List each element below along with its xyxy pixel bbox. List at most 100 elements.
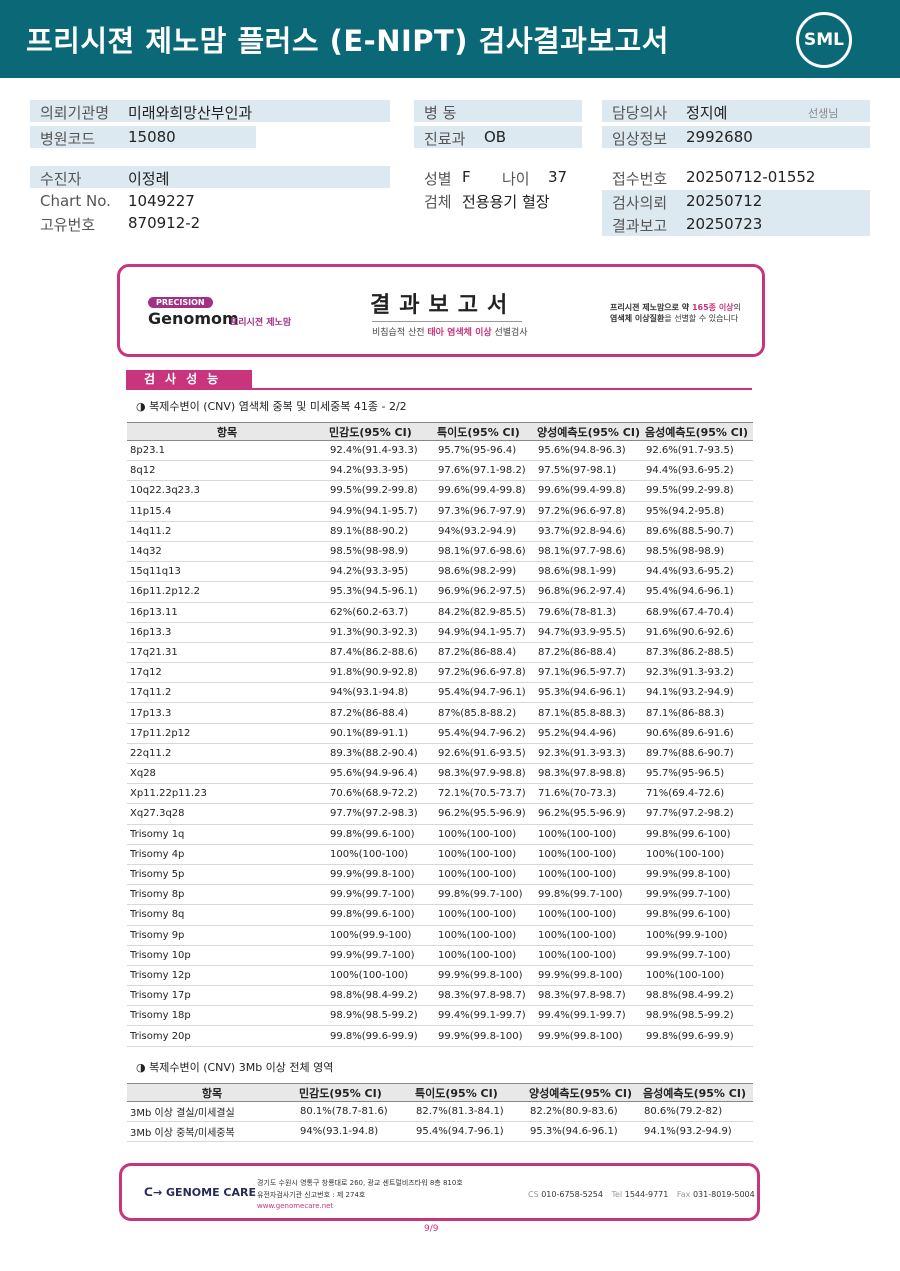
- metric-cell: 100%(100-100): [435, 864, 535, 886]
- metric-cell: 99.9%(99.8-100): [327, 864, 435, 886]
- metric-cell: 99.8%(99.6-100): [327, 824, 435, 845]
- metric-cell: 94.9%(94.1-95.7): [327, 501, 435, 522]
- table-row: 16p13.11 62%(60.2-63.7) 84.2%(82.9-85.5) 79…: [127, 602, 753, 623]
- metric-cell: 99.9%(99.7-100): [643, 884, 753, 906]
- metric-cell: 87.2%(86-88.4): [327, 702, 435, 724]
- chart-no-label: Chart No.: [40, 192, 111, 210]
- item-cell: 22q11.2: [127, 743, 327, 765]
- test-request-label: 검사의뢰: [612, 194, 668, 212]
- metric-cell: 97.7%(97.2-98.2): [643, 803, 753, 825]
- metric-cell: 99.8%(99.6-99.9): [327, 1025, 435, 1047]
- institution-field: 의뢰기관명 미래와희망산부인과: [30, 100, 390, 122]
- metric-cell: 100%(100-100): [535, 925, 643, 946]
- column-header: 특이도(95% CI): [435, 422, 535, 441]
- table-row: 17q12 91.8%(90.9-92.8) 97.2%(96.6-97.8) 97.…: [127, 662, 753, 684]
- item-cell: Xp11.22p11.23: [127, 783, 327, 805]
- metric-cell: 82.7%(81.3-84.1): [413, 1101, 527, 1123]
- metric-cell: 100%(100-100): [643, 844, 753, 865]
- tel-number: 1544-9771: [624, 1190, 669, 1199]
- age-value: 37: [548, 168, 568, 186]
- department-field: 진료과 OB: [414, 126, 582, 148]
- cnv-3mb-table: 항목 민감도(95% CI) 특이도(95% CI) 양성예측도(95% CI) 음성예…: [127, 1083, 753, 1143]
- page-number: 9/9: [424, 1224, 439, 1234]
- item-cell: Trisomy 1q: [127, 824, 327, 845]
- specimen-value: 전용용기 혈장: [462, 193, 550, 211]
- subtitle-highlight: 태아 염색체 이상: [427, 328, 492, 338]
- clinical-info-value: 2992680: [686, 128, 753, 146]
- footer-url[interactable]: www.genomecare.net: [257, 1202, 333, 1210]
- specimen-label: 검체: [424, 193, 452, 211]
- metric-cell: 92.6%(91.7-93.5): [643, 440, 753, 462]
- table-row: 8q12 94.2%(93.3-95) 97.6%(97.1-98.2) 97.5%(…: [127, 460, 753, 482]
- metric-cell: 97.1%(96.5-97.7): [535, 662, 643, 684]
- chart-no-field: Chart No. 1049227: [30, 190, 390, 212]
- metric-cell: 95.4%(94.7-96.1): [435, 682, 535, 704]
- metric-cell: 87.3%(86.2-88.5): [643, 642, 753, 664]
- tel-label: Tel: [611, 1190, 623, 1199]
- title-divider: [372, 321, 522, 322]
- metric-cell: 94.9%(94.1-95.7): [435, 622, 535, 643]
- cs-label: CS: [528, 1190, 539, 1199]
- item-cell: 3Mb 이상 결실/미세결실: [127, 1101, 297, 1123]
- item-cell: Trisomy 10p: [127, 945, 327, 966]
- metric-cell: 99.8%(99.6-99.9): [643, 1025, 753, 1047]
- metric-cell: 87.1%(85.8-88.3): [535, 702, 643, 724]
- metric-cell: 99.6%(99.4-99.8): [535, 480, 643, 502]
- metric-cell: 87.2%(86-88.4): [535, 642, 643, 664]
- item-cell: 17q21.31: [127, 642, 327, 664]
- report-title: 결과보고서: [370, 293, 517, 318]
- table-row: Trisomy 9p 100%(99.9-100) 100%(100-100) 100…: [127, 925, 753, 946]
- metric-cell: 99.9%(99.8-100): [535, 965, 643, 987]
- column-header: 민감도(95% CI): [327, 422, 435, 441]
- table-row: Trisomy 8q 99.8%(99.6-100) 100%(100-100) 10…: [127, 904, 753, 926]
- metric-cell: 80.1%(78.7-81.6): [297, 1101, 413, 1123]
- metric-cell: 100%(100-100): [435, 824, 535, 845]
- metric-cell: 100%(99.9-100): [643, 925, 753, 946]
- metric-cell: 95.2%(94.4-96): [535, 723, 643, 744]
- receipt-no-field: 접수번호 20250712-01552: [602, 166, 870, 188]
- metric-cell: 98.6%(98.1-99): [535, 561, 643, 583]
- hospital-code-label: 병원코드: [40, 130, 96, 148]
- metric-cell: 99.8%(99.6-100): [643, 824, 753, 845]
- age-label: 나이: [502, 170, 530, 188]
- table-row: 10q22.3q23.3 99.5%(99.2-99.8) 99.6%(99.4-9…: [127, 480, 753, 502]
- chart-no-value: 1049227: [128, 192, 195, 210]
- metric-cell: 92.4%(91.4-93.3): [327, 440, 435, 462]
- column-header: 음성예측도(95% CI): [641, 1083, 753, 1102]
- sex-label: 성별: [424, 170, 452, 188]
- metric-cell: 98.9%(98.5-99.2): [327, 1005, 435, 1027]
- item-cell: 15q11q13: [127, 561, 327, 583]
- metric-cell: 95%(94.2-95.8): [643, 501, 753, 522]
- column-header: 특이도(95% CI): [413, 1083, 527, 1102]
- metric-cell: 95.6%(94.8-96.3): [535, 440, 643, 462]
- table-row: 8p23.1 92.4%(91.4-93.3) 95.7%(95-96.4) 95.6…: [127, 440, 753, 462]
- item-cell: Xq28: [127, 763, 327, 785]
- institution-value: 미래와희망산부인과: [128, 104, 253, 122]
- metric-cell: 90.1%(89-91.1): [327, 723, 435, 744]
- metric-cell: 96.9%(96.2-97.5): [435, 581, 535, 603]
- metric-cell: 94.2%(93.3-95): [327, 460, 435, 482]
- table-row: 14q11.2 89.1%(88-90.2) 94%(93.2-94.9) 93.7%…: [127, 521, 753, 542]
- metric-cell: 89.6%(88.5-90.7): [643, 521, 753, 542]
- metric-cell: 99.9%(99.7-100): [327, 945, 435, 966]
- metric-cell: 97.2%(96.6-97.8): [435, 662, 535, 684]
- metric-cell: 94.1%(93.2-94.9): [643, 682, 753, 704]
- table-row: 14q32 98.5%(98-98.9) 98.1%(97.6-98.6) 98.1%…: [127, 541, 753, 563]
- table-row: 22q11.2 89.3%(88.2-90.4) 92.6%(91.6-93.5) 9…: [127, 743, 753, 765]
- metric-cell: 98.8%(98.4-99.2): [327, 985, 435, 1007]
- genomecare-logo: ᑕ→ GENOME CARE: [144, 1186, 256, 1199]
- result-report-value: 20250723: [686, 215, 763, 233]
- item-cell: 11p15.4: [127, 501, 327, 522]
- metric-cell: 95.3%(94.6-96.1): [527, 1121, 641, 1143]
- metric-cell: 97.6%(97.1-98.2): [435, 460, 535, 482]
- subtitle-text-a: 비침습적 산전: [372, 328, 428, 338]
- metric-cell: 99.9%(99.8-100): [643, 864, 753, 886]
- table-row: Trisomy 20p 99.8%(99.6-99.9) 99.9%(99.8-10…: [127, 1025, 753, 1047]
- metric-cell: 99.8%(99.6-100): [327, 904, 435, 926]
- table-row: Trisomy 5p 99.9%(99.8-100) 100%(100-100) 10…: [127, 864, 753, 886]
- metric-cell: 98.6%(98.2-99): [435, 561, 535, 583]
- footer-address: 경기도 수원시 영통구 창룡대로 260, 광교 센트럴비즈타워 8층 810호: [257, 1179, 463, 1187]
- table-row: Xq27.3q28 97.7%(97.2-98.3) 96.2%(95.5-96.9…: [127, 803, 753, 825]
- department-label: 진료과: [424, 130, 466, 148]
- metric-cell: 99.6%(99.4-99.8): [435, 480, 535, 502]
